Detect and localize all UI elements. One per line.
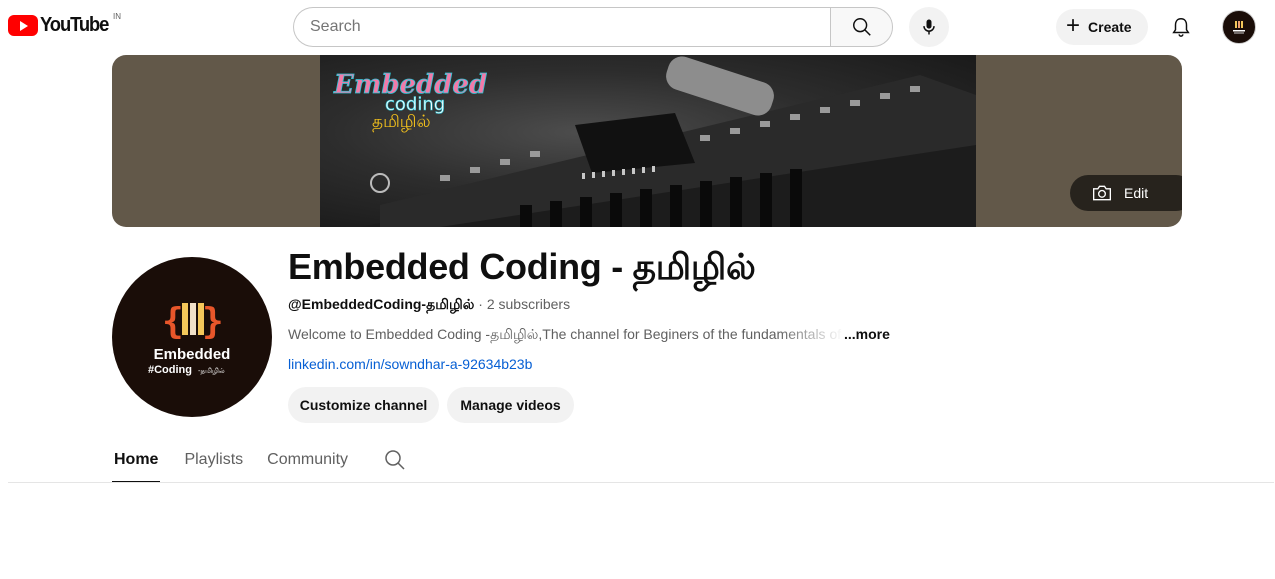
edit-banner-button[interactable]: Edit — [1070, 175, 1182, 211]
tab-playlists[interactable]: Playlists — [184, 437, 243, 483]
mic-icon — [923, 19, 935, 35]
channel-meta: @EmbeddedCoding-தமிழில் · 2 subscribers — [288, 296, 570, 315]
channel-avatar[interactable]: { } Embedded #Coding -தமிழில் — [112, 257, 272, 417]
description-text: Welcome to Embedded Coding -தமிழில்,The … — [288, 326, 842, 342]
tabs-divider — [8, 482, 1274, 483]
voice-search-button[interactable] — [909, 7, 949, 47]
search-bar — [293, 7, 893, 47]
channel-tabs: Home Playlists Community — [112, 437, 372, 483]
svg-text:{: { — [162, 301, 184, 342]
avatar-text-2: #Coding — [148, 364, 192, 376]
create-label: Create — [1088, 19, 1132, 35]
logo-text: YouTube — [40, 14, 109, 36]
channel-search-button[interactable] — [383, 448, 407, 472]
channel-banner: Embedded coding தமிழில் Edit — [112, 55, 1182, 227]
youtube-logo[interactable]: YouTube IN — [8, 12, 121, 37]
tab-community[interactable]: Community — [267, 437, 348, 483]
notifications-button[interactable] — [1166, 12, 1196, 42]
channel-handle: @EmbeddedCoding-தமிழில் — [288, 296, 475, 312]
channel-name: Embedded Coding - தமிழில் — [288, 246, 756, 287]
channel-description[interactable]: Welcome to Embedded Coding -தமிழில்,The … — [288, 326, 890, 345]
edit-label: Edit — [1124, 185, 1149, 201]
meta-separator: · — [474, 296, 487, 312]
country-code: IN — [113, 12, 121, 21]
customize-channel-button[interactable]: Customize channel — [288, 387, 439, 423]
banner-title-3: தமிழில் — [372, 112, 431, 132]
channel-link[interactable]: linkedin.com/in/sowndhar-a-92634b23b — [288, 356, 532, 372]
channel-logo: { } Embedded #Coding -தமிழில் — [148, 301, 231, 376]
banner-image: Embedded coding தமிழில் — [320, 55, 976, 227]
more-link[interactable]: ...more — [844, 326, 890, 345]
masthead: YouTube IN + Create — [0, 0, 1275, 54]
tab-home[interactable]: Home — [112, 437, 161, 483]
manage-videos-button[interactable]: Manage videos — [447, 387, 574, 423]
plus-icon: + — [1066, 12, 1081, 39]
avatar-text-1: Embedded — [154, 346, 231, 363]
youtube-play-icon — [8, 15, 38, 36]
search-icon — [385, 450, 405, 470]
bell-icon — [1172, 18, 1190, 37]
search-icon — [852, 18, 871, 36]
subscriber-count: 2 subscribers — [486, 296, 571, 312]
banner-circuit-art: Embedded coding தமிழில் — [333, 56, 976, 227]
account-avatar[interactable] — [1222, 10, 1256, 44]
svg-text:}: } — [202, 301, 224, 342]
avatar-text-3: -தமிழில் — [198, 367, 225, 375]
search-input[interactable] — [293, 7, 830, 47]
create-button[interactable]: + Create — [1056, 9, 1148, 45]
channel-logo-mini-icon — [1233, 21, 1245, 34]
search-button[interactable] — [830, 7, 893, 47]
camera-icon — [1093, 185, 1111, 201]
